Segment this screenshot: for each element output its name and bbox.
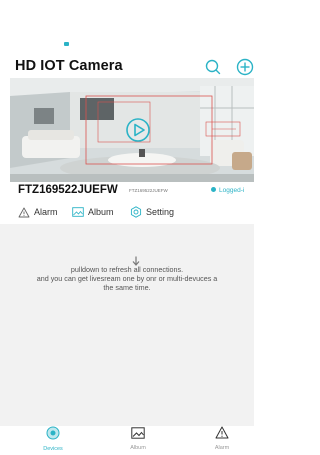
album-button[interactable]: Album: [72, 204, 114, 220]
album-label: Album: [88, 207, 114, 217]
tab-devices-label: Devices: [43, 446, 63, 452]
alarm-label: Alarm: [34, 207, 58, 217]
status-indicator: [64, 42, 69, 46]
image-icon: [72, 207, 84, 217]
plus-circle-icon[interactable]: [235, 57, 255, 77]
device-list-area[interactable]: [0, 224, 254, 426]
status-badge: Logged-i: [211, 186, 245, 194]
setting-button[interactable]: Setting: [130, 204, 174, 220]
settings-hexagon-icon: [130, 206, 142, 218]
app-title: HD IOT Camera: [15, 58, 123, 74]
device-info-row: FTZ169522JUEFW FTZ169522JUEFW Logged-i: [0, 184, 254, 200]
tab-album[interactable]: Album: [108, 426, 168, 451]
image-icon: [131, 427, 145, 439]
bottom-tab-bar: Devices Album Alarm: [0, 426, 254, 455]
app-header: HD IOT Camera: [0, 56, 254, 78]
tab-album-label: Album: [130, 445, 146, 451]
hint-line-2: and you can get livesream one by onr or …: [36, 274, 218, 283]
device-name: FTZ169522JUEFW: [18, 184, 118, 196]
setting-label: Setting: [146, 207, 175, 217]
device-actions: Alarm Album Setting: [0, 204, 254, 222]
play-icon[interactable]: [120, 116, 156, 149]
hint-line-1: pulldown to refresh all connections.: [70, 265, 184, 274]
hint-line-3: the same time.: [103, 283, 151, 292]
refresh-hint: pulldown to refresh all connections. and…: [0, 265, 254, 292]
online-dot-icon: [211, 186, 216, 192]
tab-alarm[interactable]: Alarm: [192, 426, 252, 451]
status-text: Logged-i: [219, 187, 245, 194]
tab-devices[interactable]: Devices: [23, 426, 83, 452]
warning-icon: [215, 426, 229, 439]
search-icon[interactable]: [203, 57, 223, 77]
camera-lens-icon: [46, 426, 60, 440]
tab-alarm-label: Alarm: [214, 445, 230, 451]
warning-icon: [18, 207, 30, 217]
device-id: FTZ169522JUEFW: [129, 188, 168, 193]
alarm-button[interactable]: Alarm: [18, 204, 58, 220]
